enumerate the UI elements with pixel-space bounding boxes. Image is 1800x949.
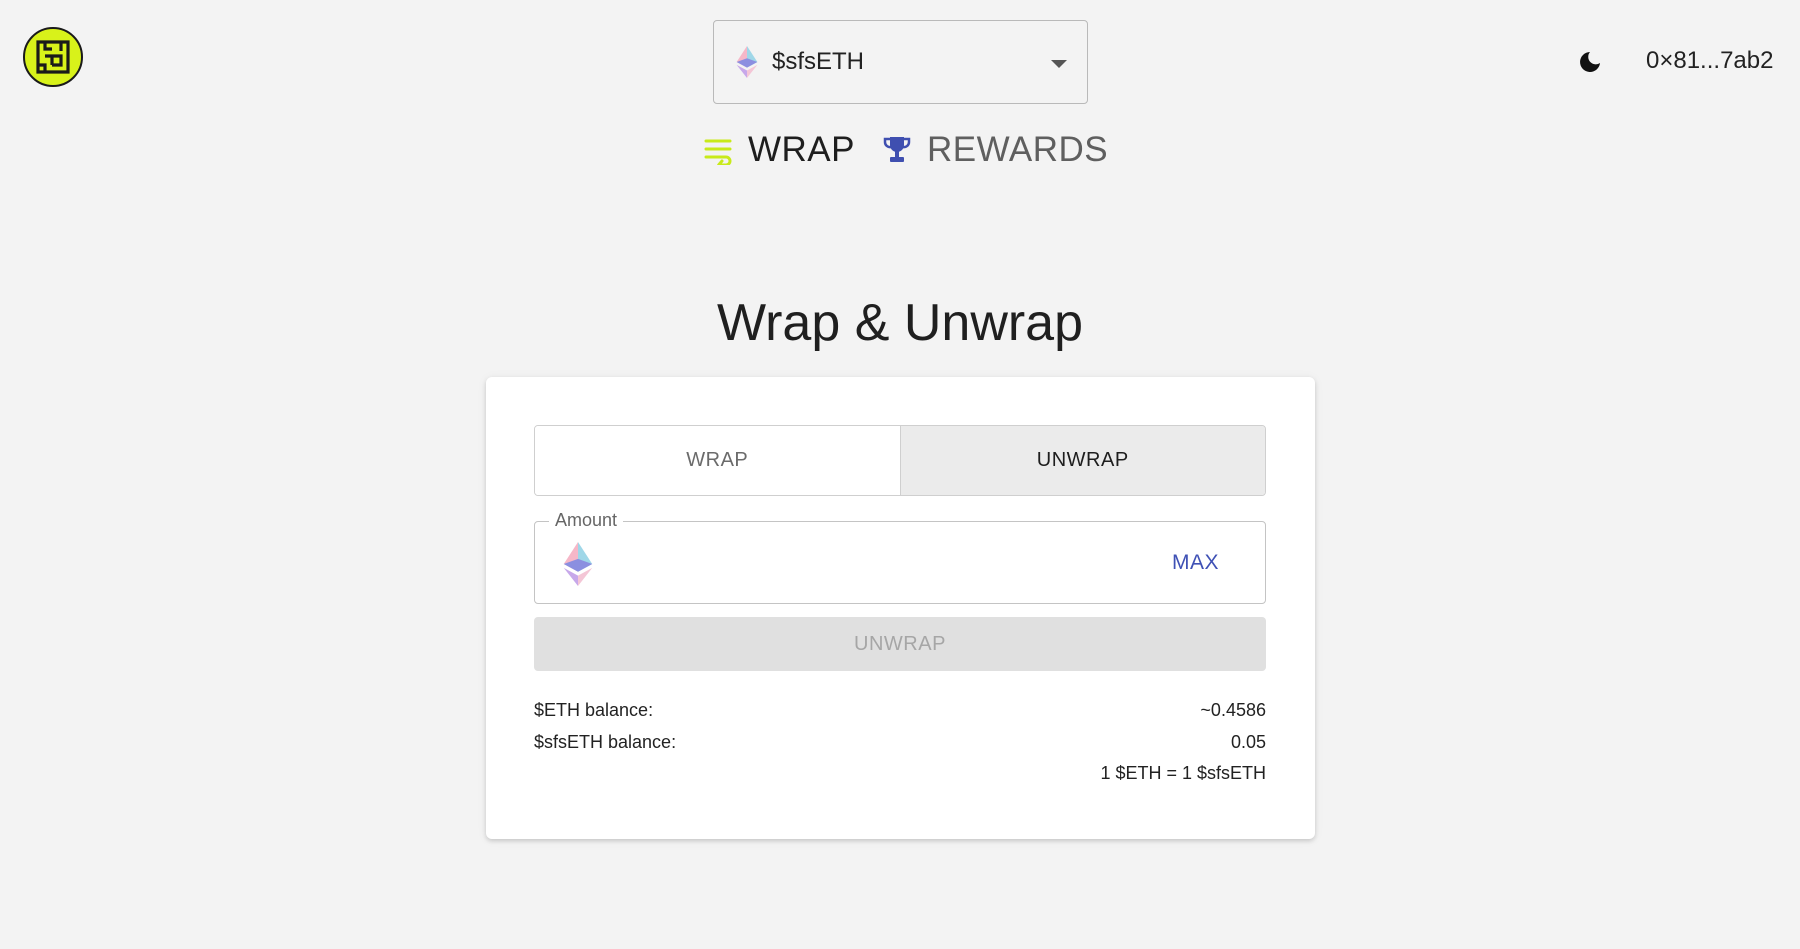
amount-input[interactable] — [609, 540, 1129, 586]
sfseth-balance-label: $sfsETH balance: — [534, 732, 677, 752]
token-select-value: $sfsETH — [772, 48, 865, 75]
nav-item-label: REWARDS — [927, 130, 1109, 169]
exchange-rate-row: 1 $ETH = 1 $sfsETH — [534, 763, 1266, 784]
sfseth-balance-row: $sfsETH balance: 0.05 — [534, 732, 1266, 753]
token-select[interactable]: $sfsETH — [713, 20, 1088, 104]
main-nav: WRAP REWARDS — [704, 130, 1108, 170]
toggle-unwrap-option[interactable]: UNWRAP — [900, 426, 1265, 495]
moon-icon[interactable] — [1578, 50, 1602, 74]
exchange-rate: 1 $ETH = 1 $sfsETH — [1100, 763, 1266, 783]
amount-label: Amount — [549, 510, 624, 531]
max-button[interactable]: MAX — [1172, 551, 1219, 575]
wrap-unwrap-toggle: WRAP UNWRAP — [534, 425, 1266, 496]
page-title: Wrap & Unwrap — [716, 294, 1084, 352]
ethereum-icon — [736, 46, 758, 78]
wrap-card: WRAP UNWRAP Amount MAX UNWRAP $ETH balan… — [486, 377, 1315, 839]
chevron-down-icon — [1051, 60, 1067, 68]
sfseth-balance-value: 0.05 — [1230, 732, 1266, 752]
maze-logo-icon[interactable] — [23, 27, 83, 87]
eth-balance-row: $ETH balance: ~0.4586 — [534, 700, 1266, 721]
eth-balance-value: ~0.4586 — [1200, 700, 1266, 720]
nav-item-wrap[interactable]: WRAP — [704, 130, 855, 170]
ethereum-icon — [563, 542, 593, 586]
nav-item-label: WRAP — [748, 130, 855, 169]
eth-balance-label: $ETH balance: — [534, 700, 654, 720]
toggle-wrap-option[interactable]: WRAP — [535, 426, 901, 495]
unwrap-button[interactable]: UNWRAP — [534, 617, 1266, 671]
wrap-icon — [704, 139, 732, 165]
nav-item-rewards[interactable]: REWARDS — [883, 130, 1108, 170]
trophy-icon — [883, 137, 911, 162]
amount-field: Amount MAX — [534, 510, 1266, 604]
wallet-address-button[interactable]: 0×81...7ab2 — [1646, 47, 1773, 75]
